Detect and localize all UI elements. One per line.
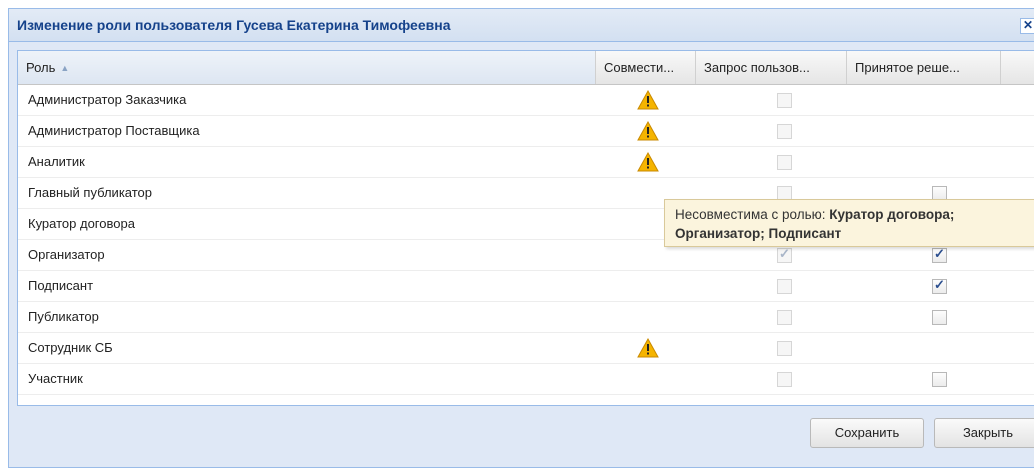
user-request-checkbox xyxy=(777,93,792,108)
table-row[interactable]: Сотрудник СБ xyxy=(18,333,1034,364)
role-name: Подписант xyxy=(28,278,94,293)
column-header-user-request-label: Запрос пользов... xyxy=(704,60,810,75)
save-button[interactable]: Сохранить xyxy=(810,418,924,448)
table-row[interactable]: Администратор Поставщика xyxy=(18,116,1034,147)
column-header-role-label: Роль xyxy=(26,60,56,75)
table-row[interactable]: Публикатор xyxy=(18,302,1034,333)
role-name: Организатор xyxy=(28,247,105,262)
warning-triangle-icon[interactable] xyxy=(637,151,659,172)
user-request-checkbox xyxy=(777,372,792,387)
column-header-compatibility-label: Совмести... xyxy=(604,60,675,75)
column-header-role[interactable]: Роль ▲ xyxy=(18,51,596,84)
decision-checkbox[interactable] xyxy=(932,277,947,294)
role-name: Публикатор xyxy=(28,309,99,324)
incompatibility-tooltip: Несовместима с ролью: Куратор договора; … xyxy=(664,199,1034,247)
column-header-decision[interactable]: Принятое реше... xyxy=(847,51,1001,84)
role-name: Аналитик xyxy=(28,154,85,169)
close-icon[interactable]: ✕ xyxy=(1020,18,1034,34)
column-header-user-request[interactable]: Запрос пользов... xyxy=(696,51,847,84)
column-header-decision-label: Принятое реше... xyxy=(855,60,960,75)
table-row[interactable]: Администратор Заказчика xyxy=(18,85,1034,116)
grid-header: Роль ▲ Совмести... Запрос пользов... Прин… xyxy=(18,51,1034,85)
warning-triangle-icon[interactable] xyxy=(637,89,659,110)
user-request-checkbox xyxy=(777,124,792,139)
sort-ascending-icon: ▲ xyxy=(60,63,70,73)
role-name: Участник xyxy=(28,371,83,386)
dialog-title: Изменение роли пользователя Гусева Екате… xyxy=(17,17,451,33)
tooltip-roles-line2: Организатор; Подписант xyxy=(675,226,842,241)
tooltip-prefix: Несовместима с ролью: xyxy=(675,207,830,222)
decision-checkbox[interactable] xyxy=(932,246,947,263)
warning-triangle-icon[interactable] xyxy=(637,120,659,141)
column-header-compatibility[interactable]: Совмести... xyxy=(596,51,696,84)
tooltip-roles-line1: Куратор договора; xyxy=(829,207,955,222)
role-name: Сотрудник СБ xyxy=(28,340,113,355)
user-request-checkbox xyxy=(777,279,792,294)
role-name: Куратор договора xyxy=(28,216,135,231)
user-request-checkbox xyxy=(777,341,792,356)
role-name: Главный публикатор xyxy=(28,185,153,200)
decision-checkbox[interactable] xyxy=(932,372,947,387)
table-row[interactable]: Участник xyxy=(18,364,1034,395)
user-request-checkbox xyxy=(777,155,792,170)
decision-checkbox[interactable] xyxy=(932,310,947,325)
close-button[interactable]: Закрыть xyxy=(934,418,1034,448)
table-row[interactable]: Аналитик xyxy=(18,147,1034,178)
user-request-checkbox xyxy=(777,246,792,263)
warning-triangle-icon[interactable] xyxy=(637,337,659,358)
user-request-checkbox xyxy=(777,310,792,325)
role-name: Администратор Заказчика xyxy=(28,92,187,107)
dialog-titlebar[interactable]: Изменение роли пользователя Гусева Екате… xyxy=(9,9,1034,42)
role-name: Администратор Поставщика xyxy=(28,123,200,138)
role-edit-dialog: Изменение роли пользователя Гусева Екате… xyxy=(8,8,1034,468)
table-row[interactable]: Подписант xyxy=(18,271,1034,302)
